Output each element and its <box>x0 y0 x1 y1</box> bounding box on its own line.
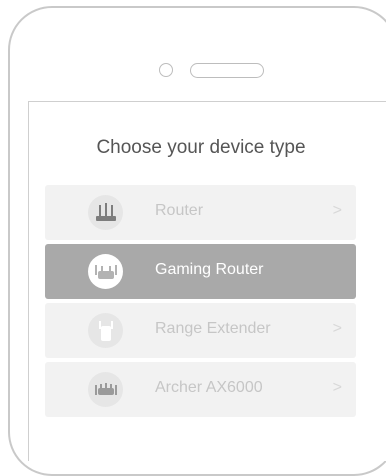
device-label: Router <box>155 202 204 219</box>
speaker-grille <box>190 63 264 78</box>
chevron-right-icon: > <box>332 379 342 396</box>
device-label: Range Extender <box>155 320 271 337</box>
page-title: Choose your device type <box>96 137 306 158</box>
device-option-router[interactable]: Router > <box>45 185 356 240</box>
device-option-gaming-router[interactable]: Gaming Router > <box>45 244 356 299</box>
device-label: Gaming Router <box>155 261 264 278</box>
chevron-right-icon: > <box>332 320 342 337</box>
router-icon <box>88 195 123 230</box>
camera-icon <box>159 63 173 77</box>
device-label: Archer AX6000 <box>155 379 263 396</box>
device-option-range-extender[interactable]: Range Extender > <box>45 303 356 358</box>
archer-router-icon <box>88 372 123 407</box>
range-extender-icon <box>88 313 123 348</box>
chevron-right-icon: > <box>332 202 342 219</box>
gaming-router-icon <box>88 254 123 289</box>
device-option-archer-ax6000[interactable]: Archer AX6000 > <box>45 362 356 417</box>
